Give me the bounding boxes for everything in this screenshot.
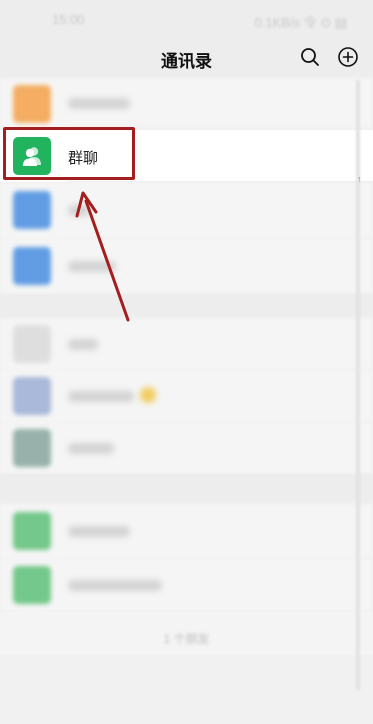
list-item-contact[interactable]	[0, 504, 373, 558]
blurred-label	[68, 339, 98, 350]
status-indicators: 0.1KB/s 令 ⊙ ▤	[254, 15, 347, 30]
blurred-label	[68, 526, 130, 537]
blurred-label	[68, 205, 90, 216]
blurred-label	[68, 391, 134, 402]
avatar	[13, 377, 51, 415]
section-gap	[0, 294, 373, 318]
tag-icon	[13, 191, 51, 229]
alphabet-index-scrollbar[interactable]	[356, 80, 360, 690]
list-item-tags[interactable]	[0, 182, 373, 238]
list-item-contact[interactable]	[0, 318, 373, 370]
add-icon[interactable]	[337, 46, 359, 68]
new-friends-icon	[13, 85, 51, 123]
avatar	[13, 512, 51, 550]
official-account-icon	[13, 247, 51, 285]
section-gap	[0, 474, 373, 504]
avatar	[13, 429, 51, 467]
contact-count: 1 个朋友	[163, 632, 210, 646]
nav-bar: 通讯录	[0, 36, 373, 78]
list-item-contact[interactable]	[0, 422, 373, 474]
blurred-label	[68, 98, 130, 109]
highlight-box	[3, 127, 135, 180]
blurred-label	[68, 261, 116, 272]
emoji-icon	[140, 387, 156, 403]
blurred-label	[68, 443, 114, 454]
avatar	[13, 325, 51, 363]
search-icon[interactable]	[299, 46, 321, 68]
avatar	[13, 566, 51, 604]
blurred-label	[68, 580, 162, 591]
list-item-official-accounts[interactable]	[0, 238, 373, 294]
list-item-new-friends[interactable]	[0, 78, 373, 130]
list-item-contact[interactable]	[0, 370, 373, 422]
scroll-up-icon[interactable]: ↑	[357, 174, 362, 184]
status-time: 15:00	[52, 12, 85, 27]
status-bar: 15:00 0.1KB/s 令 ⊙ ▤	[0, 0, 373, 36]
bottom-area	[0, 655, 373, 724]
list-item-contact[interactable]	[0, 558, 373, 612]
